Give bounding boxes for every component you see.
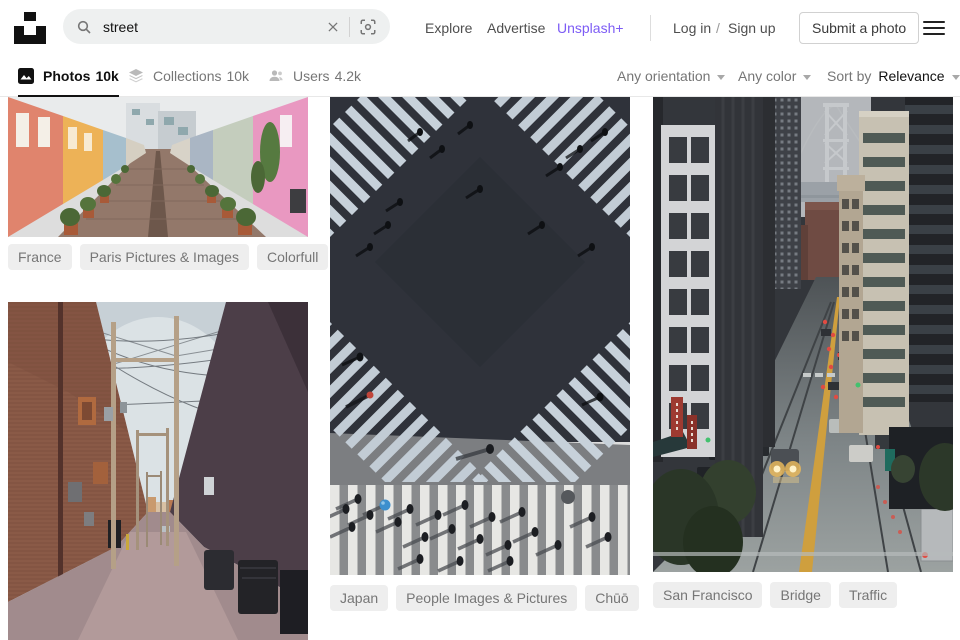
nav-advertise[interactable]: Advertise [487,20,545,36]
tag-button[interactable]: San Francisco [653,582,763,608]
clear-search-button[interactable] [326,20,340,34]
top-nav: Explore Advertise Unsplash+ Log in / Sig… [0,0,960,56]
hamburger-icon [923,21,945,23]
tag-row: Japan People Images & Pictures Chūō [330,585,639,611]
tab-label: Photos [43,68,91,84]
nav-unsplash-plus[interactable]: Unsplash+ [557,20,624,36]
unsplash-logo-icon [14,12,46,44]
tab-photos[interactable]: Photos 10k [18,56,119,97]
photo-card-alley[interactable] [8,302,308,640]
search-icon [76,19,92,35]
unsplash-search-page: Explore Advertise Unsplash+ Log in / Sig… [0,0,960,640]
photo-image [8,302,308,640]
nav-signup[interactable]: Sign up [728,20,775,36]
login-signup-separator: / [716,20,720,36]
photo-image [330,97,630,575]
photo-card-paris-street[interactable] [8,97,308,237]
search-divider [349,16,350,37]
chevron-down-icon [803,74,812,80]
tab-count: 10k [226,68,250,84]
users-icon [268,68,284,84]
photo-card-san-francisco[interactable] [653,97,953,572]
nav-login[interactable]: Log in [673,20,711,36]
tag-button[interactable]: Colorfull [256,244,329,270]
orientation-filter[interactable]: Any orientation [617,56,726,96]
tab-count: 4.2k [334,68,362,84]
submit-photo-button[interactable]: Submit a photo [799,12,920,44]
tab-label: Users [293,68,330,84]
tag-button[interactable]: Bridge [770,582,831,608]
menu-button[interactable] [923,21,945,35]
photo-icon [18,68,34,84]
search-bar[interactable] [63,9,390,44]
photo-image [653,97,953,572]
close-icon [326,20,340,34]
tag-button[interactable]: Traffic [838,582,898,608]
unsplash-logo[interactable] [14,12,46,44]
tab-collections[interactable]: Collections 10k [128,56,249,96]
nav-divider [650,15,651,41]
photo-image [8,97,308,237]
tab-users[interactable]: Users 4.2k [268,56,361,96]
sort-filter[interactable]: Sort by Relevance [827,56,960,96]
tag-row: France Paris Pictures & Images Colorfull [8,244,329,270]
photo-card-crosswalk[interactable] [330,97,630,575]
chevron-down-icon [951,74,960,80]
nav-explore[interactable]: Explore [425,20,472,36]
chevron-down-icon [717,74,726,80]
tab-label: Collections [153,68,222,84]
filter-bar: Photos 10k Collections 10k Users 4.2k An… [0,56,960,97]
tag-button[interactable]: Paris Pictures & Images [79,244,249,270]
visual-search-button[interactable] [359,18,377,36]
tag-button[interactable]: Japan [330,585,389,611]
visual-search-icon [359,18,377,36]
tag-button[interactable]: Chūō [585,585,639,611]
tab-count: 10k [95,68,119,84]
tag-button[interactable]: People Images & Pictures [396,585,578,611]
search-input[interactable] [101,17,317,36]
color-filter[interactable]: Any color [738,56,812,96]
collections-icon [128,68,144,84]
tag-button[interactable]: France [8,244,72,270]
tag-row: San Francisco Bridge Traffic [653,582,898,608]
